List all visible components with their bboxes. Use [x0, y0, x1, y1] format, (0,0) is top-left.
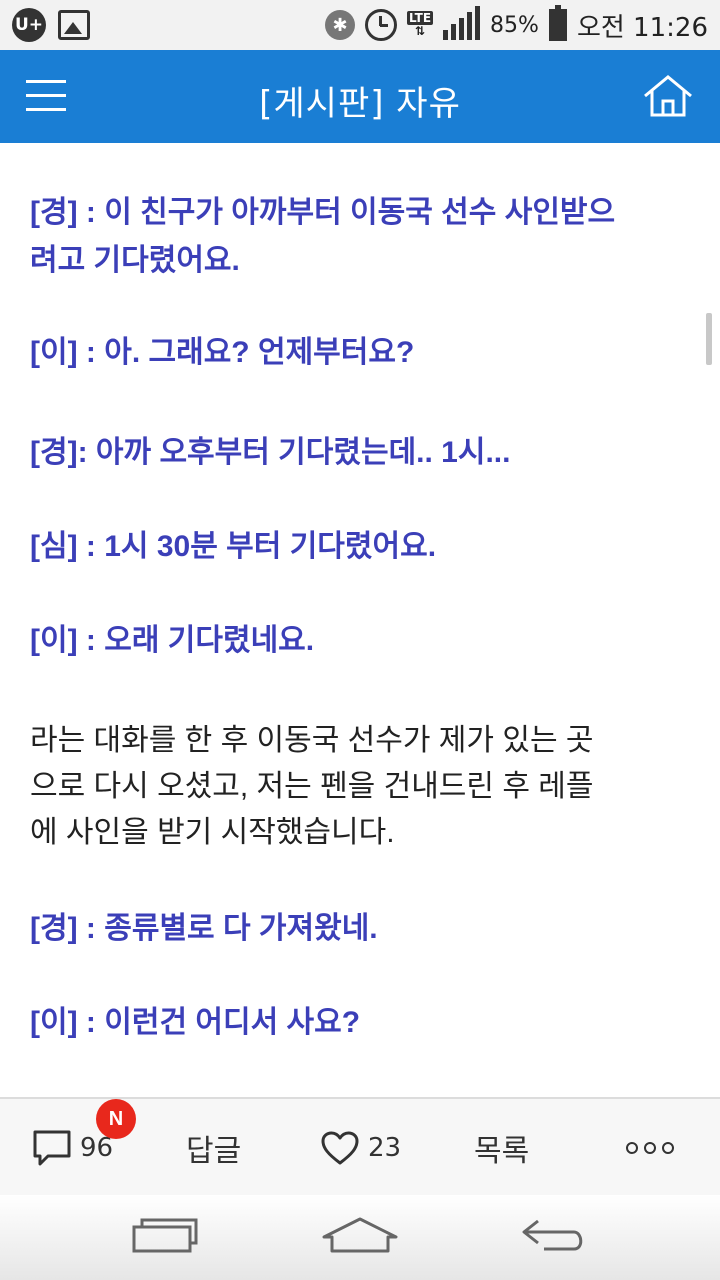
system-nav-bar	[0, 1195, 720, 1280]
heart-icon	[321, 1131, 359, 1165]
alarm-icon	[365, 9, 397, 41]
post-line: [경] : 종류별로 다 가져왔네.	[30, 912, 378, 945]
comment-icon	[33, 1130, 71, 1166]
home-icon[interactable]	[642, 74, 694, 118]
list-button[interactable]: 목록	[474, 1099, 529, 1197]
status-bar: U+ ✱ LTE ⇅ 85% 오전 11:26	[0, 0, 720, 50]
signal-icon	[443, 6, 481, 40]
clock: 오전 11:26	[576, 12, 708, 43]
back-icon[interactable]	[518, 1215, 588, 1259]
uplus-icon: U+	[12, 8, 46, 42]
battery-icon	[548, 5, 567, 41]
post-content[interactable]: [경] : 이 친구가 아까부터 이동국 선수 사인받으 려고 기다렸어요. […	[0, 143, 720, 1097]
post-line: [경] : 이 친구가 아까부터 이동국 선수 사인받으	[30, 196, 616, 229]
lte-icon: LTE ⇅	[407, 11, 434, 38]
post-line: [이] : 이런건 어디서 사요?	[30, 1006, 361, 1039]
list-label: 목록	[474, 1134, 530, 1169]
post-line: [경]: 아까 오후부터 기다렸는데.. 1시...	[30, 436, 511, 469]
battery-percent: 85%	[490, 12, 539, 38]
post-line: [이] : 오래 기다렸네요.	[30, 624, 315, 657]
post-line: [이] : 아. 그래요? 언제부터요?	[30, 336, 415, 369]
app-header: [게시판] 자유	[0, 50, 720, 143]
likes-count: 23	[368, 1133, 402, 1163]
post-line: 라는 대화를 한 후 이동국 선수가 제가 있는 곳	[30, 724, 594, 757]
post-line: 려고 기다렸어요.	[30, 244, 240, 277]
reply-label: 답글	[186, 1134, 242, 1169]
recent-apps-icon[interactable]	[130, 1215, 198, 1259]
scrollbar[interactable]	[706, 313, 712, 365]
status-right: ✱ LTE ⇅ 85% 오전 11:26	[325, 4, 708, 46]
more-icon	[626, 1142, 674, 1154]
like-button[interactable]: 23	[320, 1099, 401, 1197]
more-button[interactable]	[626, 1099, 674, 1197]
post-line: 으로 다시 오셨고, 저는 펜을 건내드린 후 레플	[30, 770, 594, 803]
post-action-bar: 96 N 답글 23 목록	[0, 1097, 720, 1195]
post-line: [심] : 1시 30분 부터 기다렸어요.	[30, 530, 437, 563]
status-left: U+	[12, 8, 90, 42]
post-line: 에 사인을 받기 시작했습니다.	[30, 816, 395, 849]
new-badge: N	[96, 1099, 136, 1139]
page-title: [게시판] 자유	[259, 84, 461, 124]
home-nav-icon[interactable]	[320, 1215, 400, 1259]
reply-button[interactable]: 답글	[186, 1099, 241, 1197]
gallery-icon	[58, 10, 90, 40]
bluetooth-icon: ✱	[325, 10, 355, 40]
